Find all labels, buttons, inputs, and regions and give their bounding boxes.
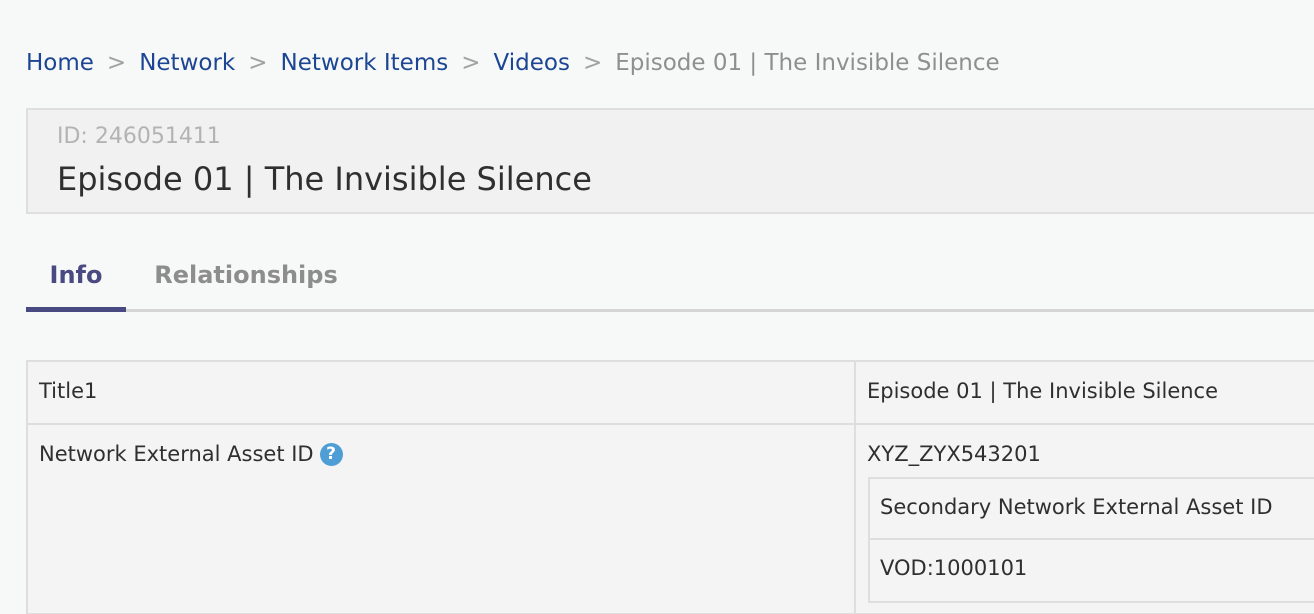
table-cell-label: Network External Asset ID ?: [28, 425, 856, 613]
tab-bar: Info Relationships: [26, 238, 1314, 312]
breadcrumb-network-link[interactable]: Network: [139, 50, 235, 76]
page-title: Episode 01 | The Invisible Silence: [57, 160, 592, 198]
page: Home > Network > Network Items > Videos …: [0, 0, 1314, 614]
breadcrumb-videos-link[interactable]: Videos: [494, 50, 570, 76]
table-cell-value: XYZ_ZYX543201 Secondary Network External…: [856, 425, 1314, 613]
breadcrumb-network-items-link[interactable]: Network Items: [281, 50, 449, 76]
breadcrumb-home-link[interactable]: Home: [26, 50, 94, 76]
breadcrumb: Home > Network > Network Items > Videos …: [26, 46, 1000, 80]
nested-table-header: Secondary Network External Asset ID: [880, 495, 1273, 519]
breadcrumb-separator: >: [106, 50, 127, 76]
question-circle-icon[interactable]: ?: [319, 442, 343, 466]
breadcrumb-current: Episode 01 | The Invisible Silence: [615, 50, 1000, 76]
field-value: Episode 01 | The Invisible Silence: [867, 379, 1219, 403]
table-row: Network External Asset ID ? XYZ_ZYX54320…: [28, 425, 1314, 614]
breadcrumb-separator: >: [461, 50, 481, 76]
secondary-asset-id-table: Secondary Network External Asset ID VOD:…: [868, 477, 1314, 603]
table-cell-label: Title1: [28, 362, 856, 423]
record-id: ID: 246051411: [57, 124, 221, 149]
field-value: XYZ_ZYX543201: [867, 442, 1041, 466]
field-label: Network External Asset ID: [39, 442, 314, 466]
info-table: Title1 Episode 01 | The Invisible Silenc…: [26, 360, 1314, 614]
tab-relationships[interactable]: Relationships: [154, 238, 338, 312]
table-cell-value: Episode 01 | The Invisible Silence: [856, 362, 1314, 423]
table-row: Title1 Episode 01 | The Invisible Silenc…: [28, 362, 1314, 425]
field-label: Title1: [39, 379, 98, 403]
tab-info[interactable]: Info: [26, 238, 126, 312]
breadcrumb-separator: >: [248, 50, 268, 76]
record-header: ID: 246051411 Episode 01 | The Invisible…: [26, 108, 1314, 214]
breadcrumb-separator: >: [582, 50, 603, 76]
field-label-with-help: Network External Asset ID ?: [39, 442, 343, 466]
nested-table-header-row: Secondary Network External Asset ID: [870, 479, 1314, 540]
nested-table-value: VOD:1000101: [880, 556, 1028, 580]
nested-table-value-row: VOD:1000101: [870, 540, 1314, 601]
